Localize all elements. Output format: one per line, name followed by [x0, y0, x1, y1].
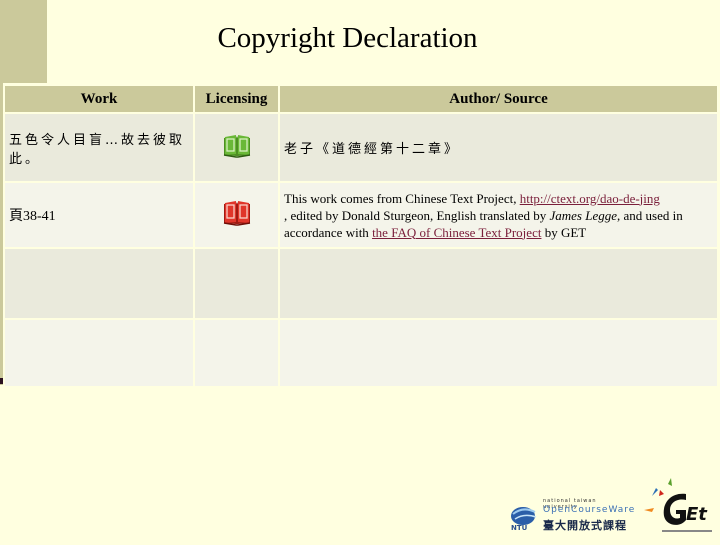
- work-cell: 五色令人目盲…故去彼取此。: [5, 114, 193, 181]
- ocw-main-text: OpenCourseWare: [543, 505, 636, 515]
- page-title: Copyright Declaration: [217, 22, 478, 54]
- header-licensing: Licensing: [195, 86, 278, 112]
- source-cell: 老子《道德經第十二章》: [280, 114, 717, 181]
- source-text-4: by GET: [541, 224, 587, 240]
- footer-logos: national taiwan university OpenCourseWar…: [505, 478, 720, 540]
- work-text: 頁38-41: [9, 209, 56, 224]
- table-header-row: Work Licensing Author/ Source: [5, 86, 717, 112]
- green-book-icon: [222, 134, 252, 162]
- header-author-source: Author/ Source: [280, 86, 717, 112]
- source-text-1: This work comes from Chinese Text Projec…: [284, 190, 520, 206]
- copyright-table: Work Licensing Author/ Source 五色令人目盲…故去彼…: [3, 84, 719, 388]
- faq-link[interactable]: the FAQ of Chinese Text Project: [372, 225, 541, 240]
- work-cell: [5, 249, 193, 318]
- get-logo: Et: [640, 478, 720, 540]
- table-row: 頁38-41 This work comes from Chinese Text…: [5, 183, 717, 247]
- ntu-globe-icon: [511, 507, 537, 525]
- work-cell: [5, 320, 193, 386]
- svg-text:Et: Et: [686, 504, 708, 525]
- table-row: 五色令人目盲…故去彼取此。 老子《道德經第十二章》: [5, 114, 717, 181]
- licensing-cell: [195, 114, 278, 181]
- licensing-cell: [195, 320, 278, 386]
- licensing-cell: [195, 183, 278, 247]
- table-row: [5, 320, 717, 386]
- header-work: Work: [5, 86, 193, 112]
- table-row: [5, 249, 717, 318]
- ntu-ocw-logo: national taiwan university OpenCourseWar…: [505, 498, 634, 540]
- source-cell: [280, 249, 717, 318]
- ocw-chinese-text: 臺大開放式課程: [543, 519, 627, 532]
- work-cell: 頁38-41: [5, 183, 193, 247]
- source-cell: [280, 320, 717, 386]
- get-logo-graphic: Et: [644, 478, 712, 532]
- ocw-ntu-text: NTU: [511, 524, 528, 532]
- ctext-link[interactable]: http://ctext.org/dao-de-jing: [520, 191, 660, 206]
- translator-name: James Legge: [549, 207, 618, 223]
- source-text-2: , edited by Donald Sturgeon, English tra…: [284, 207, 550, 223]
- red-book-icon: [222, 200, 252, 230]
- licensing-cell: [195, 249, 278, 318]
- source-cell: This work comes from Chinese Text Projec…: [280, 183, 717, 247]
